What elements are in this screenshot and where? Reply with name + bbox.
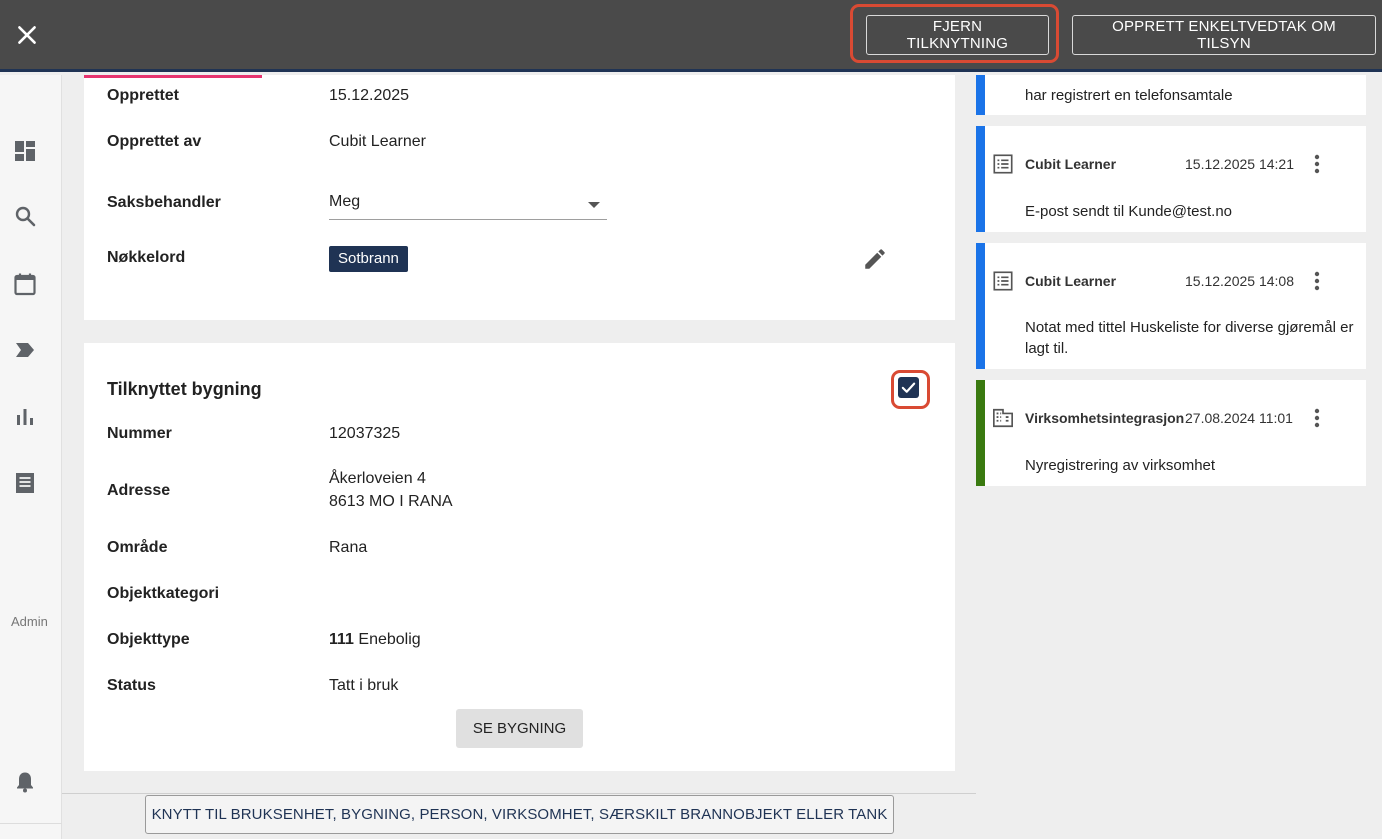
timeline-entry[interactable]: har registrert en telefonsamtale — [976, 75, 1366, 115]
remove-link-button[interactable]: FJERN TILKNYTNING — [866, 15, 1049, 55]
more-vert-icon[interactable] — [1308, 406, 1326, 430]
label-icon[interactable] — [13, 338, 37, 362]
create-decision-button[interactable]: OPPRETT ENKELTVEDTAK OM TILSYN — [1072, 15, 1376, 55]
timeline-author: Cubit Learner — [1025, 273, 1117, 289]
timeline-color-bar — [976, 126, 985, 232]
created-by-value: Cubit Learner — [329, 133, 426, 150]
status-label: Status — [107, 677, 156, 694]
top-app-bar: FJERN TILKNYTNING OPPRETT ENKELTVEDTAK O… — [0, 0, 1382, 72]
receipt-icon[interactable] — [13, 471, 37, 495]
timeline-time: 27.08.2024 11:01 — [1185, 410, 1293, 426]
timeline-time: 15.12.2025 14:08 — [1185, 273, 1294, 289]
search-icon[interactable] — [13, 204, 37, 228]
timeline-entry[interactable]: Virksomhetsintegrasjon 27.08.2024 11:01 … — [976, 380, 1366, 486]
close-icon[interactable] — [14, 22, 40, 48]
list-icon — [993, 154, 1013, 174]
keyword-chip[interactable]: Sotbrann — [329, 246, 408, 272]
edit-pencil-icon[interactable] — [862, 246, 888, 272]
timeline-color-bar — [976, 243, 985, 369]
building-icon — [993, 408, 1013, 428]
number-value: 12037325 — [329, 425, 401, 442]
area-label: Område — [107, 539, 168, 556]
timeline-entry[interactable]: Cubit Learner 15.12.2025 14:21 E-post se… — [976, 126, 1366, 232]
timeline-text: E-post sendt til Kunde@test.no — [1025, 203, 1233, 220]
notification-bell-icon[interactable] — [13, 770, 37, 794]
timeline-text: Nyregistrering av virksomhet — [1025, 457, 1216, 474]
linked-building-card: Tilknyttet bygning Nummer 12037325 Adres… — [84, 343, 955, 771]
status-value: Tatt i bruk — [329, 677, 399, 694]
building-checkbox[interactable] — [898, 377, 919, 398]
dashboard-icon[interactable] — [13, 139, 37, 163]
list-icon — [993, 271, 1013, 291]
keywords-label: Nøkkelord — [107, 249, 186, 266]
timeline-color-bar — [976, 75, 985, 115]
bar-chart-icon[interactable] — [13, 405, 37, 429]
address-label: Adresse — [107, 482, 171, 499]
category-label: Objektkategori — [107, 585, 220, 602]
sidebar-divider — [0, 823, 62, 824]
link-object-button[interactable]: KNYTT TIL BRUKSENHET, BYGNING, PERSON, V… — [145, 795, 894, 834]
handler-select[interactable]: Meg — [329, 190, 607, 220]
handler-label: Saksbehandler — [107, 194, 221, 211]
more-vert-icon[interactable] — [1308, 152, 1326, 176]
number-label: Nummer — [107, 425, 172, 442]
calendar-icon[interactable] — [13, 272, 37, 296]
created-label: Opprettet — [107, 87, 179, 104]
dropdown-arrow-icon — [588, 202, 600, 208]
timeline-color-bar — [976, 380, 985, 486]
timeline-entry[interactable]: Cubit Learner 15.12.2025 14:08 Notat med… — [976, 243, 1366, 369]
section-title: Tilknyttet bygning — [107, 379, 262, 399]
type-code: 111 — [329, 631, 354, 648]
timeline-text: Notat med tittel Huskeliste for diverse … — [1025, 319, 1354, 357]
bottom-divider — [62, 793, 976, 794]
created-by-label: Opprettet av — [107, 133, 202, 150]
tab-indicator — [84, 75, 262, 78]
see-building-button[interactable]: SE BYGNING — [456, 709, 583, 748]
admin-link[interactable]: Admin — [11, 614, 48, 629]
timeline-time: 15.12.2025 14:21 — [1185, 156, 1294, 172]
more-vert-icon[interactable] — [1308, 269, 1326, 293]
created-value: 15.12.2025 — [329, 87, 410, 104]
address-line1: Åkerloveien 4 — [329, 470, 426, 487]
check-icon — [901, 382, 916, 393]
type-label: Objekttype — [107, 631, 190, 648]
case-info-card: Opprettet 15.12.2025 Opprettet av Cubit … — [84, 75, 955, 320]
handler-select-value: Meg — [329, 193, 361, 210]
timeline-text: har registrert en telefonsamtale — [1025, 87, 1233, 104]
type-name: Enebolig — [358, 631, 421, 648]
type-value: 111 Enebolig — [329, 631, 421, 649]
sidebar: Admin — [0, 75, 62, 839]
timeline-author: Virksomhetsintegrasjon — [1025, 410, 1185, 426]
timeline-author: Cubit Learner — [1025, 156, 1117, 172]
area-value: Rana — [329, 539, 368, 556]
address-line2: 8613 MO I RANA — [329, 493, 453, 510]
